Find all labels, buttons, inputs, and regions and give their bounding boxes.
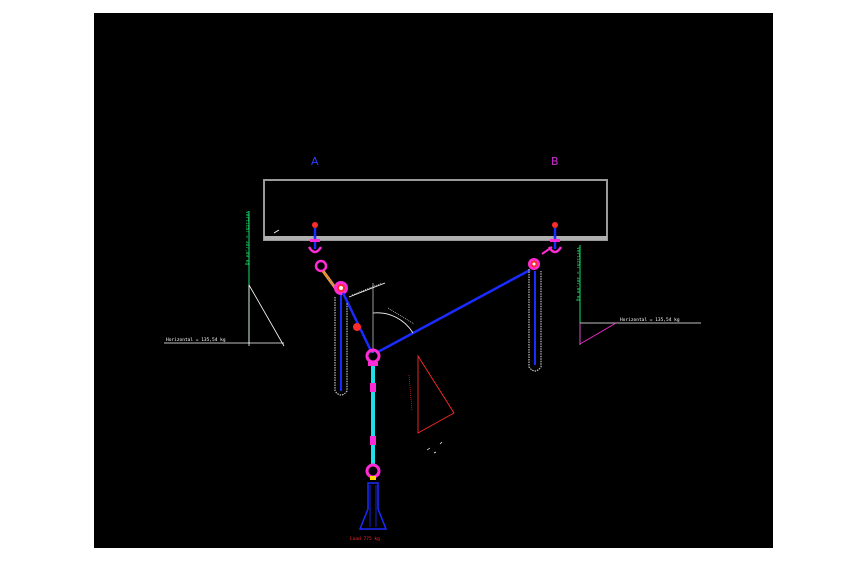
vertical-force-right: Vertical = 387,89 kg — [575, 247, 581, 301]
load-weight-label: Load 775 kg — [350, 536, 380, 542]
horizontal-force-right: Horizontal = 135,54 kg — [620, 317, 680, 323]
vertical-force-left: Vertical = 387,89 kg — [244, 211, 250, 265]
hook-icon — [365, 463, 381, 479]
left-rigging-leg — [314, 259, 374, 354]
horizontal-force-left: Horizontal = 135,54 kg — [166, 337, 226, 343]
right-rigging-leg — [375, 246, 553, 372]
rigging-diagram: A B Load 775 kg Vertical = 387,89 kg Hor… — [164, 155, 701, 542]
cad-drawing-canvas: A B Load 775 kg Vertical = 387,89 kg Hor… — [94, 13, 773, 548]
load-block-icon — [358, 482, 388, 530]
vertical-hoist-line — [365, 366, 381, 480]
left-hand-chain — [334, 295, 348, 396]
angle-annotations — [348, 282, 415, 353]
chain-hoist-icon — [353, 323, 361, 331]
load-block — [358, 482, 388, 530]
right-force-triangle — [579, 245, 701, 345]
left-force-triangle — [164, 211, 285, 347]
point-b-label: B — [551, 155, 559, 168]
resultant-force-triangle — [408, 354, 455, 454]
point-a-label: A — [311, 155, 319, 168]
